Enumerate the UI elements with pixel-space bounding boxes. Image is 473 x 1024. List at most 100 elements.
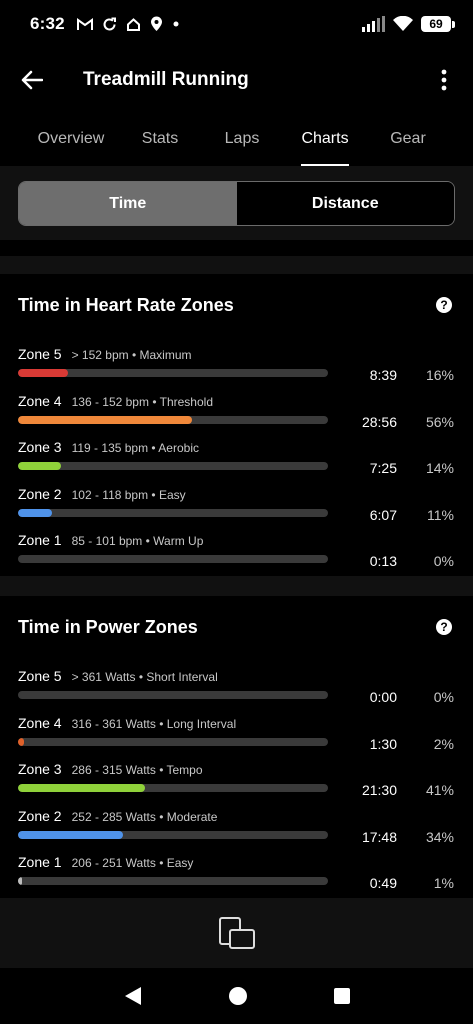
help-icon[interactable]: ? [436,619,452,635]
zone-name: Zone 1 [18,854,62,870]
status-bar: 6:32 69 [0,0,473,48]
zone-range: > 361 Watts • Short Interval [71,670,218,684]
tab-bar: Overview Stats Laps Charts Gear [0,118,473,166]
zone-row: Zone 2 252 - 285 Watts • Moderate 17:48 34% [0,808,473,854]
distance-segment[interactable]: Distance [236,182,454,225]
zone-bar-fill [18,877,22,885]
battery-icon: 69 [421,16,455,32]
zone-percent: 0% [433,553,454,569]
action-bar [0,898,473,968]
page-title: Treadmill Running [83,69,249,90]
zone-label: Zone 2 252 - 285 Watts • Moderate [18,808,217,824]
tab-label: Gear [390,130,426,147]
card-title: Time in Heart Rate Zones [18,295,234,315]
zone-time: 8:39 [369,367,397,383]
zone-range: 85 - 101 bpm • Warm Up [71,534,204,548]
tab-gear[interactable]: Gear [390,118,426,166]
home-icon [126,17,140,31]
zone-bar-track [18,737,328,746]
zone-bar-track [18,830,328,839]
zone-range: 102 - 118 bpm • Easy [71,487,186,502]
status-icons-left [76,16,180,32]
zone-name: Zone 3 [18,761,62,777]
rotate-screen-icon [218,917,255,949]
zone-bar-fill [18,784,146,792]
zone-range: 119 - 135 bpm • Aerobic [71,441,199,455]
back-button[interactable] [0,52,64,108]
tab-overview[interactable]: Overview [37,118,105,166]
zone-row: Zone 1 85 - 101 bpm • Warm Up 0:13 0% [0,532,473,578]
zone-row: Zone 5 > 361 Watts • Short Interval 0:00 0% [0,668,473,714]
zone-row: Zone 5 > 152 bpm • Maximum 8:39 16% [0,346,473,392]
zone-label: Zone 1 206 - 251 Watts • Easy [18,854,193,870]
recents-nav-icon[interactable] [333,987,351,1005]
zone-bar-fill [18,415,192,424]
zone-label: Zone 2 102 - 118 bpm • Easy [18,486,186,502]
tab-laps[interactable]: Laps [224,118,260,166]
zone-name: Zone 4 [18,714,62,731]
zone-bar-track [18,555,328,563]
zone-label: Zone 5 > 152 bpm • Maximum [18,346,192,362]
zone-name: Zone 2 [18,807,62,824]
section-divider [0,256,473,274]
zone-label: Zone 3 119 - 135 bpm • Aerobic [18,439,199,455]
zone-name: Zone 1 [18,532,62,548]
dot-icon [173,21,179,27]
zone-time: 1:30 [369,735,397,752]
home-nav-icon[interactable] [228,986,248,1006]
zone-percent: 41% [425,782,454,798]
time-segment[interactable]: Time [19,182,237,225]
zone-row: Zone 4 136 - 152 bpm • Threshold 28:56 56% [0,393,473,439]
zone-percent: 2% [433,735,454,752]
zone-label: Zone 1 85 - 101 bpm • Warm Up [18,532,203,548]
zone-row: Zone 1 206 - 251 Watts • Easy 0:49 1% [0,854,473,900]
zone-time: 28:56 [361,413,397,430]
section-divider [0,576,473,596]
zone-bar-fill [18,737,25,746]
tab-label: Stats [141,130,179,147]
zone-label: Zone 5 > 361 Watts • Short Interval [18,668,218,684]
zone-percent: 11% [427,506,454,523]
more-options-button[interactable] [429,64,459,96]
zone-bar-track [18,508,328,517]
zone-time: 7:25 [369,460,397,476]
zone-percent: 0% [433,689,454,705]
gmail-icon [76,17,93,30]
power-zones-card: Time in Power Zones ? Zone 5 > 361 Watts … [0,596,473,898]
zone-label: Zone 4 136 - 152 bpm • Threshold [18,393,213,409]
zone-percent: 14% [425,460,454,476]
zone-percent: 1% [433,875,454,891]
rotate-screen-button[interactable] [215,911,259,955]
arrow-left-icon [21,70,43,90]
zone-time: 0:13 [369,553,397,569]
zone-label: Zone 3 286 - 315 Watts • Tempo [18,761,203,777]
app-bar: Treadmill Running [0,52,473,108]
status-icons-right: 69 [361,16,455,32]
help-icon[interactable]: ? [436,297,452,313]
zone-bar-fill [18,830,124,839]
sync-icon [103,17,116,30]
zone-percent: 16% [425,367,454,383]
zone-time: 21:30 [361,782,397,798]
tab-label: Charts [301,130,349,147]
zone-row: Zone 3 119 - 135 bpm • Aerobic 7:25 14% [0,439,473,485]
zone-range: > 152 bpm • Maximum [71,348,192,362]
tab-charts[interactable]: Charts [301,118,349,166]
zone-row: Zone 3 286 - 315 Watts • Tempo 21:30 41% [0,761,473,807]
zone-label: Zone 4 316 - 361 Watts • Long Interval [18,715,236,731]
zone-time: 17:48 [361,828,397,845]
tab-label: Laps [224,130,260,147]
zone-name: Zone 5 [18,668,62,684]
zone-row: Zone 4 316 - 361 Watts • Long Interval 1:3… [0,715,473,761]
wifi-icon [393,16,413,31]
back-nav-icon[interactable] [123,986,143,1006]
zone-name: Zone 4 [18,392,62,409]
zone-bar-track [18,691,328,699]
zone-range: 286 - 315 Watts • Tempo [71,763,203,777]
zone-range: 206 - 251 Watts • Easy [71,856,194,870]
zone-bar-fill [18,462,62,470]
tab-label: Overview [37,130,105,147]
zone-range: 252 - 285 Watts • Moderate [71,809,218,824]
tab-stats[interactable]: Stats [141,118,179,166]
more-vertical-icon [441,69,447,91]
